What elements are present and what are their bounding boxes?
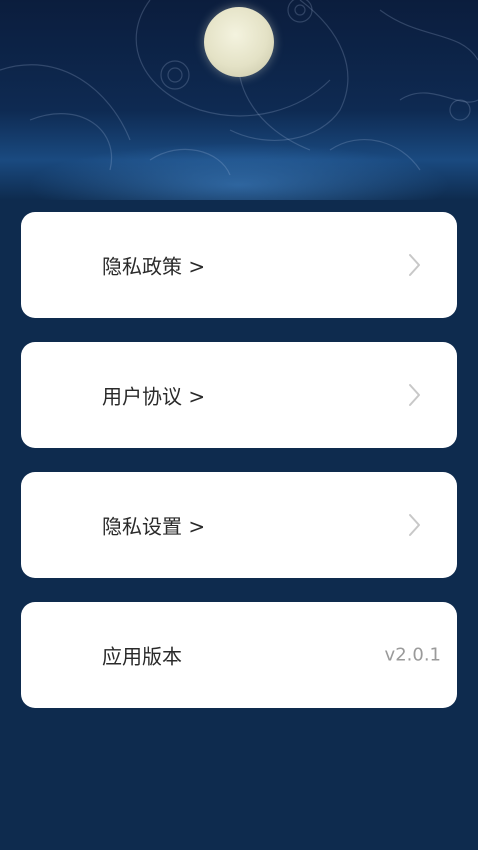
user-agreement-label: 用户协议 >: [102, 384, 206, 409]
user-agreement-item[interactable]: 用户协议 >: [21, 342, 457, 448]
chevron-right-icon: [409, 384, 420, 406]
chevron-right-icon: [409, 254, 420, 276]
header-banner: [0, 0, 478, 200]
privacy-settings-label: 隐私设置 >: [102, 514, 206, 539]
app-version-value: v2.0.1: [384, 644, 441, 666]
privacy-settings-item[interactable]: 隐私设置 >: [21, 472, 457, 578]
app-version-label: 应用版本: [102, 644, 182, 669]
moon-icon: [204, 7, 274, 77]
privacy-policy-label: 隐私政策 >: [102, 254, 206, 279]
privacy-policy-item[interactable]: 隐私政策 >: [21, 212, 457, 318]
app-version-item: 应用版本 v2.0.1: [21, 602, 457, 708]
chevron-right-icon: [409, 514, 420, 536]
